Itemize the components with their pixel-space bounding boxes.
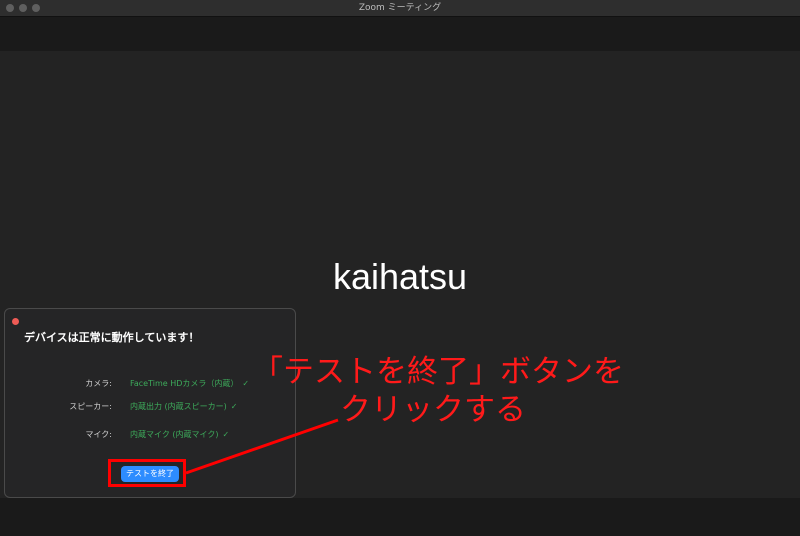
camera-value: FaceTime HDカメラ（内蔵） ✓ — [130, 379, 250, 388]
window-titlebar: Zoom ミーティング — [0, 0, 800, 17]
annotation-text-line2: クリックする — [340, 392, 526, 428]
participant-name: kaihatsu — [332, 256, 468, 297]
speaker-label: スピーカー: — [69, 402, 112, 411]
camera-label: カメラ: — [85, 379, 112, 388]
annotation-text-line1: 「テストを終了」ボタンを — [252, 354, 624, 390]
speaker-row: スピーカー: 内蔵出力 (内蔵スピーカー) ✓ — [5, 401, 295, 413]
window-title: Zoom ミーティング — [358, 3, 442, 13]
check-icon: ✓ — [242, 379, 250, 388]
device-test-heading: デバイスは正常に動作しています！ — [24, 331, 200, 344]
meeting-bottom-bar — [0, 498, 800, 536]
check-icon: ✓ — [222, 430, 230, 439]
check-icon: ✓ — [230, 402, 238, 411]
microphone-row: マイク: 内蔵マイク (内蔵マイク) ✓ — [5, 429, 295, 441]
meeting-top-bar — [0, 17, 800, 51]
microphone-label: マイク: — [85, 430, 112, 439]
close-panel-icon[interactable] — [12, 318, 19, 325]
microphone-value: 内蔵マイク (内蔵マイク) ✓ — [130, 430, 230, 439]
speaker-value: 内蔵出力 (内蔵スピーカー) ✓ — [130, 402, 238, 411]
annotation-highlight-box — [108, 459, 186, 487]
